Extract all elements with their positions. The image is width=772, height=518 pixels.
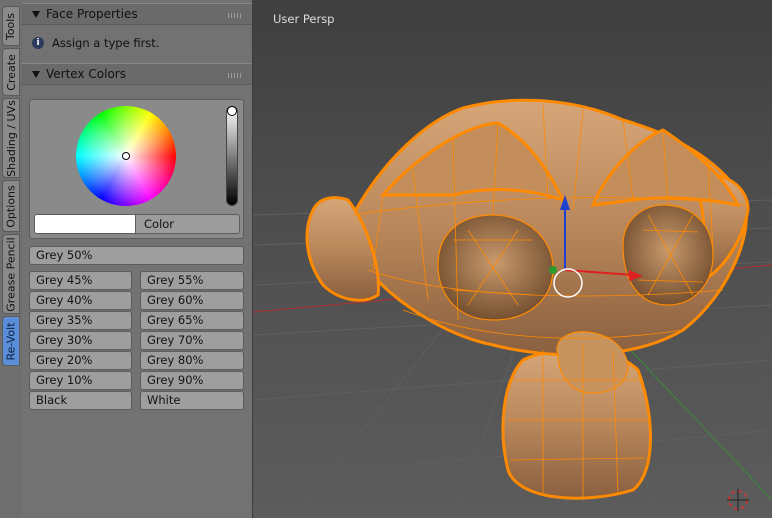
viewport-view-label: User Persp [273,12,335,26]
panel-grip-icon[interactable] [228,13,242,18]
tab-create[interactable]: Create [2,48,20,96]
viewport-scene [253,98,772,518]
3d-viewport[interactable]: User Persp [253,0,772,518]
tab-shading-uvs[interactable]: Shading / UVs [2,98,20,178]
collapse-triangle-icon [32,10,40,18]
grey-20-button[interactable]: Grey 20% [29,351,132,370]
grey-30-button[interactable]: Grey 30% [29,331,132,350]
tab-re-volt[interactable]: Re-Volt [2,316,20,366]
tool-shelf: Face Properties i Assign a type first. V… [22,0,253,518]
white-button[interactable]: White [140,391,244,410]
info-icon: i [32,37,44,49]
face-properties-info: i Assign a type first. [32,36,159,50]
vertex-colors-header[interactable]: Vertex Colors [22,63,252,85]
value-slider-knob[interactable] [227,106,237,116]
grey-50-button[interactable]: Grey 50% [29,246,244,265]
monkey-mesh[interactable] [305,98,750,500]
grey-55-button[interactable]: Grey 55% [140,271,244,290]
color-swatch[interactable] [34,214,136,234]
grey-45-button[interactable]: Grey 45% [29,271,132,290]
tab-grease-pencil[interactable]: Grease Pencil [2,234,20,314]
grey-80-button[interactable]: Grey 80% [140,351,244,370]
grey-65-button[interactable]: Grey 65% [140,311,244,330]
face-properties-header[interactable]: Face Properties [22,3,252,25]
value-slider[interactable] [226,106,238,206]
grey-10-button[interactable]: Grey 10% [29,371,132,390]
collapse-triangle-icon [32,70,40,78]
panel-grip-icon[interactable] [228,73,242,78]
grey-90-button[interactable]: Grey 90% [140,371,244,390]
3d-cursor-icon[interactable] [727,489,749,511]
grey-35-button[interactable]: Grey 35% [29,311,132,330]
color-picker: Color [29,99,244,239]
face-properties-title: Face Properties [46,7,138,21]
color-wheel-cursor[interactable] [122,152,130,160]
grey-60-button[interactable]: Grey 60% [140,291,244,310]
vertex-colors-title: Vertex Colors [46,67,126,81]
grey-40-button[interactable]: Grey 40% [29,291,132,310]
tool-tabs: Tools Create Shading / UVs Options Greas… [0,0,23,518]
grey-70-button[interactable]: Grey 70% [140,331,244,350]
tab-options[interactable]: Options [2,180,20,232]
color-field-label[interactable]: Color [136,214,240,234]
tab-tools[interactable]: Tools [2,6,20,46]
black-button[interactable]: Black [29,391,132,410]
info-text: Assign a type first. [52,36,160,50]
